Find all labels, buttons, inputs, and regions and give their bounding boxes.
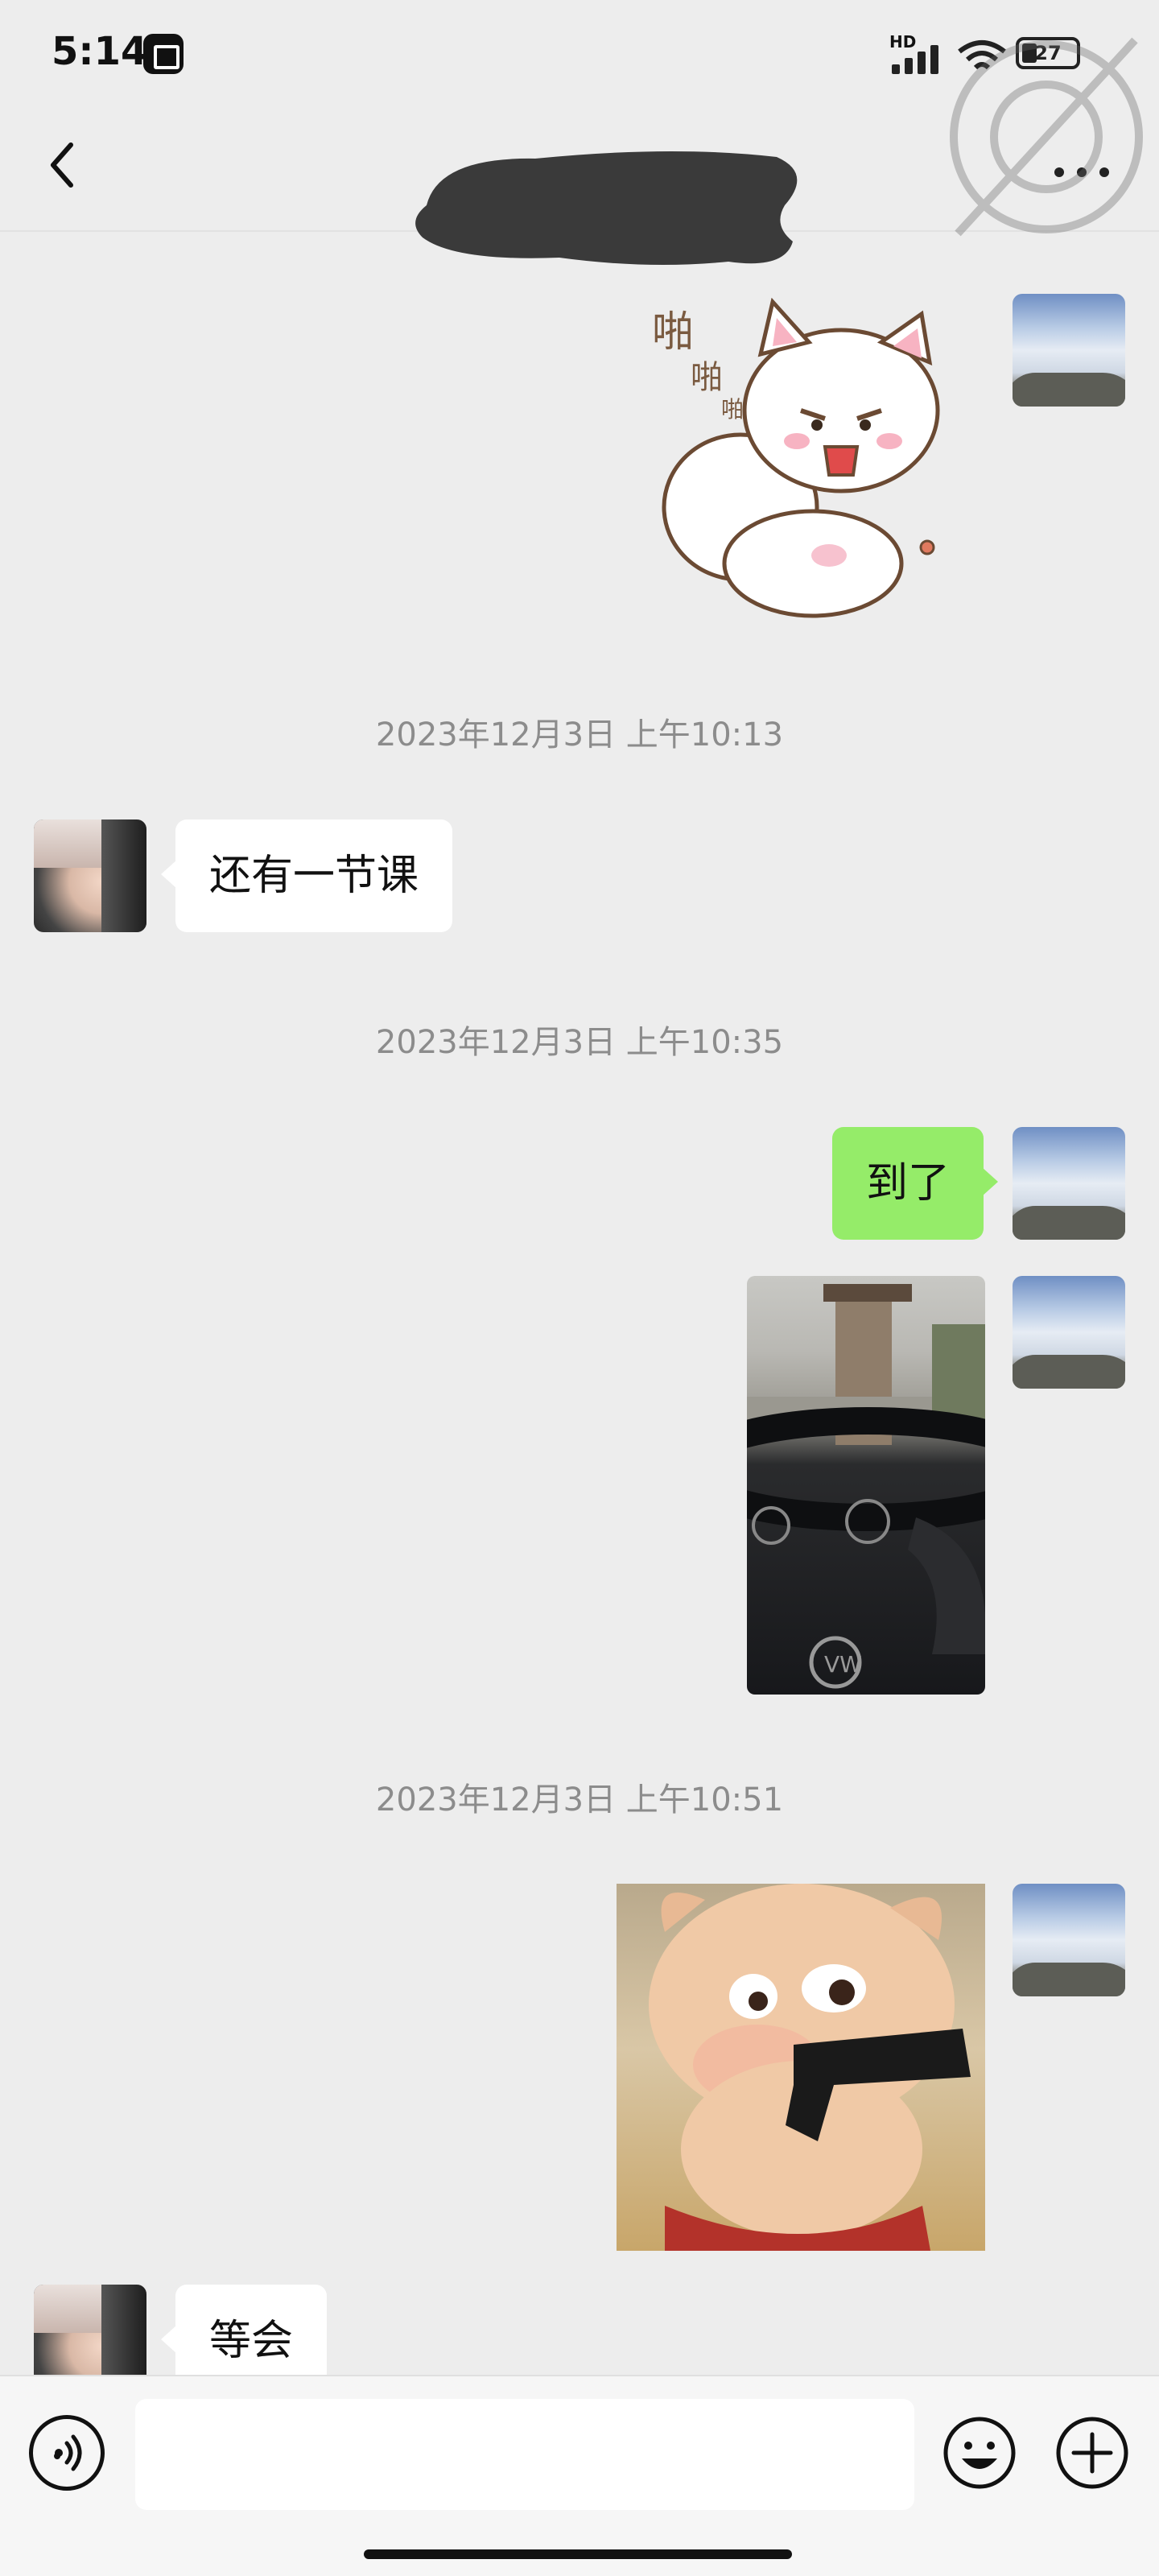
chat-header [0, 105, 1159, 265]
signal-icon [892, 42, 950, 74]
pig-sticker-art [649, 1884, 971, 2251]
sticker-sound-2: 啪 [691, 359, 723, 396]
my-avatar[interactable] [1013, 1127, 1125, 1240]
voice-icon[interactable] [29, 2415, 105, 2491]
incoming-message[interactable]: 还有一节课 [160, 819, 453, 932]
wifi-icon [958, 40, 1006, 70]
contact-avatar[interactable] [34, 819, 146, 932]
plus-icon[interactable] [1054, 2415, 1130, 2491]
svg-text:VW: VW [824, 1651, 862, 1678]
message-input[interactable] [135, 2399, 914, 2510]
chevron-left-icon[interactable] [37, 137, 93, 193]
photo-content: VW [747, 1284, 985, 1689]
message-composer [0, 2375, 1159, 2576]
status-bar: 5:14 HD 27 [0, 0, 1159, 105]
battery-level: 27 [1034, 42, 1062, 64]
message-list[interactable]: 啪 啪 啪 2023年12月3日 上午10:13 还有一节课 2023年12月3… [0, 233, 1159, 2397]
sticker-sound-3: 啪 [721, 396, 744, 423]
pig-sticker[interactable] [617, 1884, 985, 2251]
capcut-app-icon [143, 34, 184, 74]
battery-icon: 27 [1016, 37, 1080, 69]
outgoing-message[interactable]: 到了 [831, 1127, 999, 1240]
cat-sticker[interactable]: 啪 啪 啪 [652, 298, 974, 636]
timestamp: 2023年12月3日 上午10:13 [375, 716, 784, 753]
status-time: 5:14 [52, 29, 148, 74]
timestamp: 2023年12月3日 上午10:51 [375, 1781, 784, 1818]
sticker-sound-1: 啪 [652, 308, 694, 357]
ellipsis-icon[interactable] [1046, 151, 1119, 192]
timestamp: 2023年12月3日 上午10:35 [375, 1024, 784, 1061]
home-indicator[interactable] [364, 2549, 792, 2559]
my-avatar[interactable] [1013, 294, 1125, 407]
emoji-icon[interactable] [942, 2415, 1017, 2491]
my-avatar[interactable] [1013, 1884, 1125, 1996]
my-avatar[interactable] [1013, 1276, 1125, 1389]
car-dashboard-photo[interactable]: VW [747, 1276, 985, 1695]
